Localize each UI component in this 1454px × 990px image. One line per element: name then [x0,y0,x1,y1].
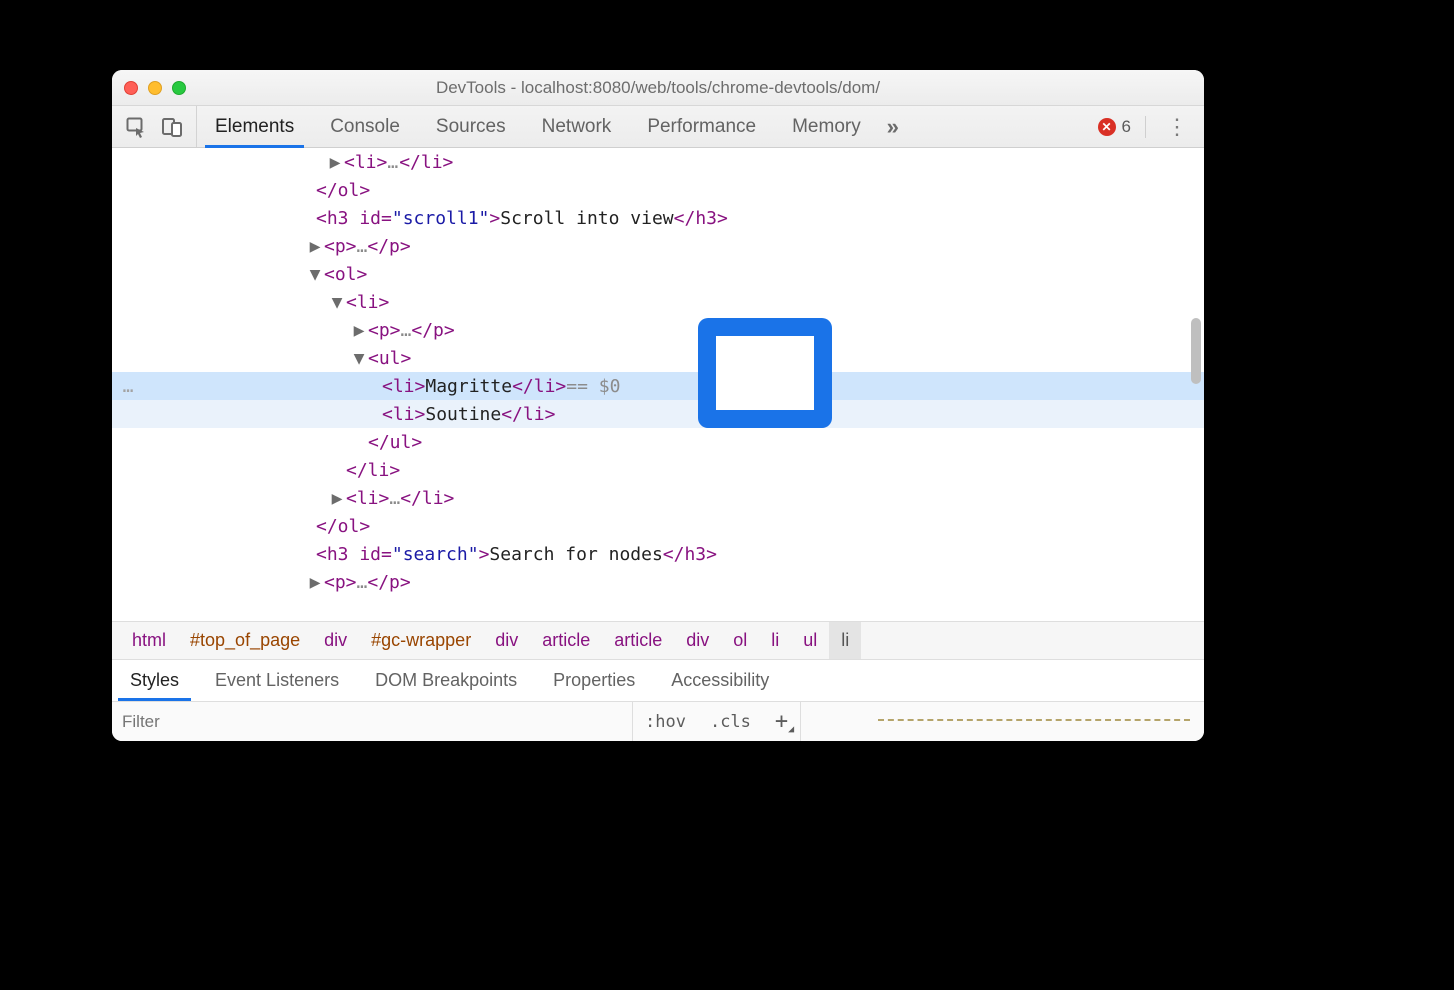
box-model-pane [801,702,1204,741]
highlight-box-icon [698,318,832,428]
dom-line[interactable]: ▶<p>…</p> [112,568,1204,596]
styles-filter-input[interactable] [122,712,622,732]
error-icon[interactable]: ✕ [1098,118,1116,136]
dom-line[interactable]: </ol> [112,176,1204,204]
device-toolbar-icon[interactable] [161,116,183,138]
dom-line[interactable]: ▶<li>…</li> [112,484,1204,512]
new-style-rule-icon[interactable]: +◢ [763,702,800,741]
dom-line-selected[interactable]: …<li>Magritte</li> == $0 [112,372,1204,400]
dom-line[interactable]: </ol> [112,512,1204,540]
tab-sources[interactable]: Sources [418,106,524,147]
dom-line[interactable]: ▶<p>…</p> [112,316,1204,344]
styles-tools: :hov .cls +◢ [632,702,801,741]
crumb-ol[interactable]: ol [721,622,759,659]
dom-line[interactable]: </ul> [112,428,1204,456]
crumb-article[interactable]: article [530,622,602,659]
subtab-styles[interactable]: Styles [112,660,197,701]
dom-line[interactable]: <h3 id="scroll1">Scroll into view</h3> [112,204,1204,232]
crumb-html[interactable]: html [120,622,178,659]
scrollbar-thumb[interactable] [1191,318,1201,384]
main-tabbar: Elements Console Sources Network Perform… [112,106,1204,148]
dom-line[interactable]: </li> [112,456,1204,484]
dom-line[interactable]: ▼<ol> [112,260,1204,288]
crumb-li-current[interactable]: li [829,622,861,659]
window-controls [124,81,186,95]
toolbar-left [112,106,197,147]
error-count[interactable]: 6 [1122,117,1131,137]
subtab-accessibility[interactable]: Accessibility [653,660,787,701]
subtab-dom-breakpoints[interactable]: DOM Breakpoints [357,660,535,701]
dom-line[interactable]: <h3 id="search">Search for nodes</h3> [112,540,1204,568]
crumb-div[interactable]: div [674,622,721,659]
crumb-article[interactable]: article [602,622,674,659]
cls-toggle[interactable]: .cls [698,702,763,741]
titlebar: DevTools - localhost:8080/web/tools/chro… [112,70,1204,106]
panel-tabs: Elements Console Sources Network Perform… [197,106,907,147]
tab-memory[interactable]: Memory [774,106,879,147]
dom-line[interactable]: ▶<p>…</p> [112,232,1204,260]
crumb-gc-wrapper[interactable]: #gc-wrapper [359,622,483,659]
subpanel-tabs: Styles Event Listeners DOM Breakpoints P… [112,659,1204,701]
gutter-dots-icon[interactable]: … [120,376,136,397]
tab-console[interactable]: Console [312,106,418,147]
dom-tree-panel[interactable]: ▶<li>…</li> </ol> <h3 id="scroll1">Scrol… [112,148,1204,621]
hov-toggle[interactable]: :hov [633,702,698,741]
dom-line[interactable]: ▼<ul> [112,344,1204,372]
tab-network[interactable]: Network [524,106,630,147]
crumb-top-of-page[interactable]: #top_of_page [178,622,312,659]
toolbar-right: ✕ 6 ⋮ [1098,114,1204,140]
dom-line-hover[interactable]: <li>Soutine</li> [112,400,1204,428]
styles-filter-box[interactable] [112,702,632,741]
subtab-event-listeners[interactable]: Event Listeners [197,660,357,701]
window-title: DevTools - localhost:8080/web/tools/chro… [112,78,1204,98]
dom-line[interactable]: ▼<li> [112,288,1204,316]
crumb-li[interactable]: li [759,622,791,659]
settings-menu-icon[interactable]: ⋮ [1160,114,1194,140]
inspect-element-icon[interactable] [125,116,147,138]
box-model-margin-icon [878,719,1190,725]
crumb-div[interactable]: div [483,622,530,659]
tab-elements[interactable]: Elements [197,106,312,147]
minimize-icon[interactable] [148,81,162,95]
styles-filter-bar: :hov .cls +◢ [112,701,1204,741]
crumb-ul[interactable]: ul [791,622,829,659]
crumb-div[interactable]: div [312,622,359,659]
scrollbar[interactable] [1191,148,1201,621]
more-tabs-icon[interactable]: » [879,114,907,140]
devtools-window: DevTools - localhost:8080/web/tools/chro… [112,70,1204,741]
dom-line[interactable]: ▶<li>…</li> [112,148,1204,176]
tab-performance[interactable]: Performance [629,106,774,147]
zoom-icon[interactable] [172,81,186,95]
separator [1145,116,1146,138]
subtab-properties[interactable]: Properties [535,660,653,701]
dom-breadcrumb: html #top_of_page div #gc-wrapper div ar… [112,621,1204,659]
close-icon[interactable] [124,81,138,95]
